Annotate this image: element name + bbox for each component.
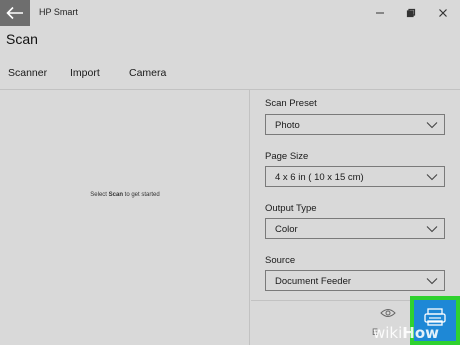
close-icon [439, 9, 447, 17]
app-title: HP Smart [39, 7, 78, 17]
page-size-label: Page Size [265, 151, 309, 162]
watermark-prefix: wiki [373, 324, 403, 342]
minimize-icon [376, 12, 384, 14]
back-arrow-icon [6, 6, 23, 20]
preview-message-suffix: to get started [124, 192, 160, 198]
source-select[interactable]: Document Feeder [265, 270, 445, 291]
page-size-select[interactable]: 4 x 6 in ( 10 x 15 cm) [265, 166, 445, 187]
page-title: Scan [6, 31, 38, 47]
watermark-suffix: How [402, 324, 440, 342]
output-type-label: Output Type [265, 203, 317, 214]
close-button[interactable] [428, 0, 458, 26]
scan-settings-panel: Scan Preset Photo Page Size 4 x 6 in ( 1… [251, 90, 460, 300]
preview-message: Select Scan to get started [0, 192, 250, 198]
output-type-select[interactable]: Color [265, 218, 445, 239]
scan-preview-area: Select Scan to get started [0, 90, 250, 345]
restore-icon [406, 8, 416, 18]
chevron-down-icon [426, 122, 438, 129]
eye-icon [380, 309, 396, 317]
chevron-down-icon [426, 226, 438, 233]
restore-button[interactable] [396, 0, 426, 26]
title-bar: HP Smart [0, 0, 460, 26]
wikihow-watermark: wikiHow [373, 324, 439, 342]
source-label: Source [265, 255, 296, 266]
chevron-down-icon [426, 278, 438, 285]
back-button[interactable] [0, 0, 30, 26]
source-value: Document Feeder [275, 276, 352, 287]
tab-scanner[interactable]: Scanner [8, 67, 47, 79]
preview-message-prefix: Select [90, 192, 107, 198]
scan-preset-select[interactable]: Photo [265, 114, 445, 135]
minimize-button[interactable] [365, 0, 395, 26]
page-size-value: 4 x 6 in ( 10 x 15 cm) [275, 172, 364, 183]
preview-message-bold: Scan [108, 192, 123, 198]
scan-preset-label: Scan Preset [265, 98, 317, 109]
output-type-value: Color [275, 224, 298, 235]
scan-preset-value: Photo [275, 120, 300, 131]
tab-import[interactable]: Import [70, 67, 100, 79]
chevron-down-icon [426, 174, 438, 181]
tab-camera[interactable]: Camera [129, 67, 166, 79]
